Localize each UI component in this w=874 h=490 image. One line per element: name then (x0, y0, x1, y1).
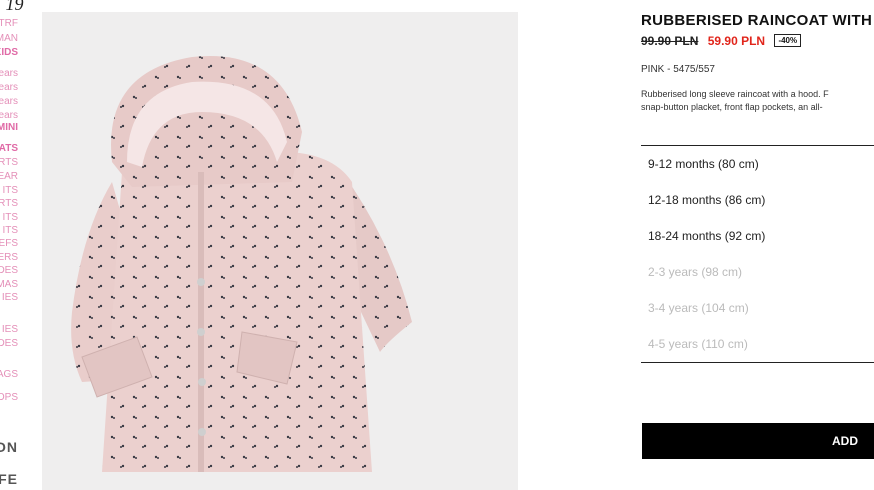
raincoat-illustration (71, 55, 412, 472)
menu-item-pyjamas[interactable]: MAS (0, 279, 18, 291)
menu-item-briefs[interactable]: EFS (0, 238, 18, 250)
menu-item-accessories[interactable]: IES (2, 292, 18, 304)
menu-item-shoes-2[interactable]: DES (0, 338, 18, 350)
product-image[interactable] (42, 12, 518, 490)
menu-item-tops[interactable]: OPS (0, 392, 18, 404)
menu-item-shirts[interactable]: RTS (0, 157, 18, 169)
side-menu: ON 19 TRF MAN KIDS ears ears ears ears M… (0, 0, 40, 490)
menu-item-bags[interactable]: AGS (0, 369, 18, 381)
product-title: RUBBERISED RAINCOAT WITH (641, 12, 873, 29)
menu-item-bodysuits[interactable]: ITS (2, 225, 18, 237)
menu-item-mini[interactable]: MINI (0, 122, 18, 134)
product-description: Rubberised long sleeve raincoat with a h… (641, 88, 874, 114)
menu-item-suits[interactable]: ITS (2, 185, 18, 197)
menu-item-wear[interactable]: EAR (0, 171, 18, 183)
size-selector: 9-12 months (80 cm) 12-18 months (86 cm)… (641, 145, 874, 363)
size-option-4-5y[interactable]: 4-5 years (110 cm) (648, 337, 748, 351)
discount-badge: -40% (774, 34, 802, 47)
menu-item-age-3[interactable]: ears (0, 96, 18, 108)
size-option-9-12m[interactable]: 9-12 months (80 cm) (648, 157, 759, 171)
menu-item-trf[interactable]: TRF (0, 18, 18, 30)
menu-item-coats[interactable]: ATS (0, 143, 18, 155)
menu-item-age-1[interactable]: ears (0, 68, 18, 80)
add-to-cart-button[interactable]: ADD (642, 423, 874, 459)
menu-item-outfits[interactable]: ITS (2, 212, 18, 224)
menu-item-sweaters[interactable]: ERS (0, 252, 18, 264)
old-price: 99.90 PLN (641, 34, 699, 48)
sale-price: 59.90 PLN (707, 34, 766, 48)
description-line-2: snap-button placket, front flap pockets,… (641, 102, 823, 112)
menu-item-shorts[interactable]: RTS (0, 198, 18, 210)
menu-item-join[interactable]: ON (0, 440, 18, 454)
menu-item-man[interactable]: MAN (0, 33, 18, 45)
size-option-2-3y[interactable]: 2-3 years (98 cm) (648, 265, 742, 279)
menu-item-life[interactable]: FE (0, 472, 18, 486)
description-line-1: Rubberised long sleeve raincoat with a h… (641, 89, 829, 99)
size-option-12-18m[interactable]: 12-18 months (86 cm) (648, 193, 765, 207)
color-reference: PINK - 5475/557 (641, 64, 715, 75)
collection-title: ON 19 (0, 0, 24, 14)
product-info-panel: RUBBERISED RAINCOAT WITH 99.90 PLN 59.90… (641, 0, 874, 490)
size-option-3-4y[interactable]: 3-4 years (104 cm) (648, 301, 749, 315)
menu-item-age-2[interactable]: ears (0, 82, 18, 94)
menu-item-new[interactable]: IES (2, 324, 18, 336)
menu-item-age-4[interactable]: ears (0, 110, 18, 122)
add-button-label: ADD (832, 434, 858, 448)
menu-item-kids[interactable]: KIDS (0, 47, 18, 59)
price-row: 99.90 PLN 59.90 PLN -40% (641, 34, 802, 48)
size-option-18-24m[interactable]: 18-24 months (92 cm) (648, 229, 765, 243)
menu-item-shoes[interactable]: DES (0, 265, 18, 277)
